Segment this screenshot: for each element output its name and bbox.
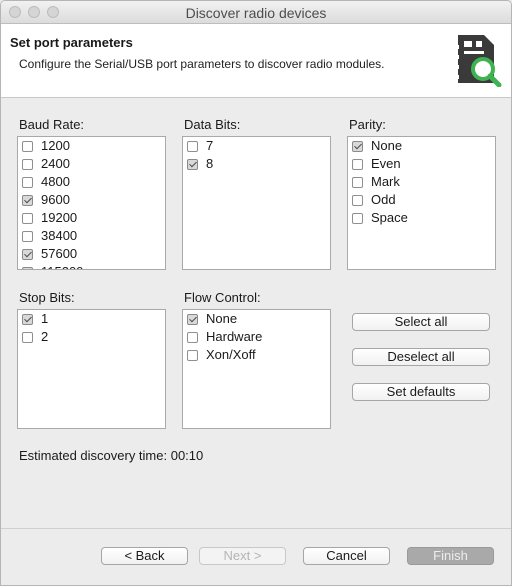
option-label: 38400 bbox=[41, 228, 78, 243]
stop-bits-label: Stop Bits: bbox=[19, 290, 75, 305]
stop-bits-option[interactable]: 1 bbox=[18, 310, 165, 328]
checkbox-icon[interactable] bbox=[22, 248, 33, 260]
option-label: 7 bbox=[206, 138, 214, 153]
checkbox-icon[interactable] bbox=[22, 230, 33, 242]
page-subtitle: Configure the Serial/USB port parameters… bbox=[19, 57, 385, 71]
baud-rate-option[interactable]: 4800 bbox=[18, 173, 165, 191]
option-label: 8 bbox=[206, 156, 214, 171]
page-title: Set port parameters bbox=[10, 35, 133, 50]
baud-rate-option[interactable]: 115200 bbox=[18, 263, 165, 269]
checkbox-icon[interactable] bbox=[352, 212, 363, 224]
flow-control-option[interactable]: Xon/Xoff bbox=[183, 346, 330, 364]
baud-rate-option[interactable]: 9600 bbox=[18, 191, 165, 209]
stop-bits-option[interactable]: 2 bbox=[18, 328, 165, 346]
checkbox-icon[interactable] bbox=[352, 158, 363, 170]
estimated-discovery-time: Estimated discovery time: 00:10 bbox=[19, 448, 204, 463]
checkbox-icon[interactable] bbox=[352, 194, 363, 206]
checkbox-icon[interactable] bbox=[352, 176, 363, 188]
option-label: 1200 bbox=[41, 138, 70, 153]
checkbox-icon[interactable] bbox=[352, 140, 363, 152]
parity-label: Parity: bbox=[349, 117, 386, 132]
checkbox-icon[interactable] bbox=[22, 212, 33, 224]
data-bits-option[interactable]: 7 bbox=[183, 137, 330, 155]
option-label: 2 bbox=[41, 329, 49, 344]
set-defaults-button[interactable]: Set defaults bbox=[352, 383, 490, 401]
flow-control-label: Flow Control: bbox=[184, 290, 261, 305]
option-label: None bbox=[206, 311, 238, 326]
checkbox-icon[interactable] bbox=[22, 266, 33, 269]
next-button[interactable]: Next > bbox=[199, 547, 286, 565]
option-label: 2400 bbox=[41, 156, 70, 171]
finish-button[interactable]: Finish bbox=[407, 547, 494, 565]
parity-option[interactable]: Odd bbox=[348, 191, 495, 209]
deselect-all-button[interactable]: Deselect all bbox=[352, 348, 490, 366]
option-label: 1 bbox=[41, 311, 49, 326]
flow-control-option[interactable]: None bbox=[183, 310, 330, 328]
select-all-button[interactable]: Select all bbox=[352, 313, 490, 331]
option-label: Mark bbox=[371, 174, 400, 189]
data-bits-list[interactable]: 78 bbox=[182, 136, 331, 270]
checkbox-icon[interactable] bbox=[22, 331, 33, 343]
baud-rate-label: Baud Rate: bbox=[19, 117, 85, 132]
wizard-header: Set port parameters Configure the Serial… bbox=[1, 24, 511, 98]
option-label: 19200 bbox=[41, 210, 78, 225]
checkbox-icon[interactable] bbox=[22, 140, 33, 152]
option-label: Space bbox=[371, 210, 408, 225]
parity-option[interactable]: Mark bbox=[348, 173, 495, 191]
data-bits-label: Data Bits: bbox=[184, 117, 241, 132]
baud-rate-list[interactable]: 1200 2400 4800 9600 19200 38400 57600 115200 bbox=[17, 136, 166, 270]
checkbox-icon[interactable] bbox=[187, 331, 198, 343]
option-label: Hardware bbox=[206, 329, 263, 344]
option-label: None bbox=[371, 138, 403, 153]
cancel-button[interactable]: Cancel bbox=[303, 547, 390, 565]
flow-control-list[interactable]: None Hardware Xon/Xoff bbox=[182, 309, 331, 429]
parity-option[interactable]: Space bbox=[348, 209, 495, 227]
baud-rate-option[interactable]: 2400 bbox=[18, 155, 165, 173]
content-area: Baud Rate: 1200 2400 4800 9600 19200 38400 576… bbox=[1, 98, 511, 528]
checkbox-icon[interactable] bbox=[22, 158, 33, 170]
checkbox-icon[interactable] bbox=[22, 176, 33, 188]
baud-rate-option[interactable]: 38400 bbox=[18, 227, 165, 245]
checkbox-icon[interactable] bbox=[22, 313, 33, 325]
checkbox-icon[interactable] bbox=[187, 349, 198, 361]
baud-rate-option[interactable]: 57600 bbox=[18, 245, 165, 263]
baud-rate-option[interactable]: 19200 bbox=[18, 209, 165, 227]
dialog-window: Discover radio devices Set port paramete… bbox=[0, 0, 512, 586]
option-label: Odd bbox=[371, 192, 396, 207]
flow-control-option[interactable]: Hardware bbox=[183, 328, 330, 346]
option-label: 9600 bbox=[41, 192, 70, 207]
stop-bits-list[interactable]: 12 bbox=[17, 309, 166, 429]
checkbox-icon[interactable] bbox=[187, 140, 198, 152]
option-label: 115200 bbox=[41, 263, 83, 269]
option-label: 4800 bbox=[41, 174, 70, 189]
window-title: Discover radio devices bbox=[185, 5, 327, 21]
checkbox-icon[interactable] bbox=[187, 313, 198, 325]
option-label: 57600 bbox=[41, 246, 78, 261]
back-button[interactable]: < Back bbox=[101, 547, 188, 565]
parity-option[interactable]: None bbox=[348, 137, 495, 155]
baud-rate-option[interactable]: 1200 bbox=[18, 137, 165, 155]
parity-option[interactable]: Even bbox=[348, 155, 495, 173]
parity-list[interactable]: None Even Mark Odd Space bbox=[347, 136, 496, 270]
radio-module-search-icon bbox=[453, 35, 502, 87]
data-bits-option[interactable]: 8 bbox=[183, 155, 330, 173]
footer-divider bbox=[1, 528, 511, 529]
option-label: Xon/Xoff bbox=[206, 347, 256, 362]
checkbox-icon[interactable] bbox=[22, 194, 33, 206]
option-label: Even bbox=[371, 156, 401, 171]
checkbox-icon[interactable] bbox=[187, 158, 198, 170]
title-bar: Discover radio devices bbox=[1, 1, 511, 24]
